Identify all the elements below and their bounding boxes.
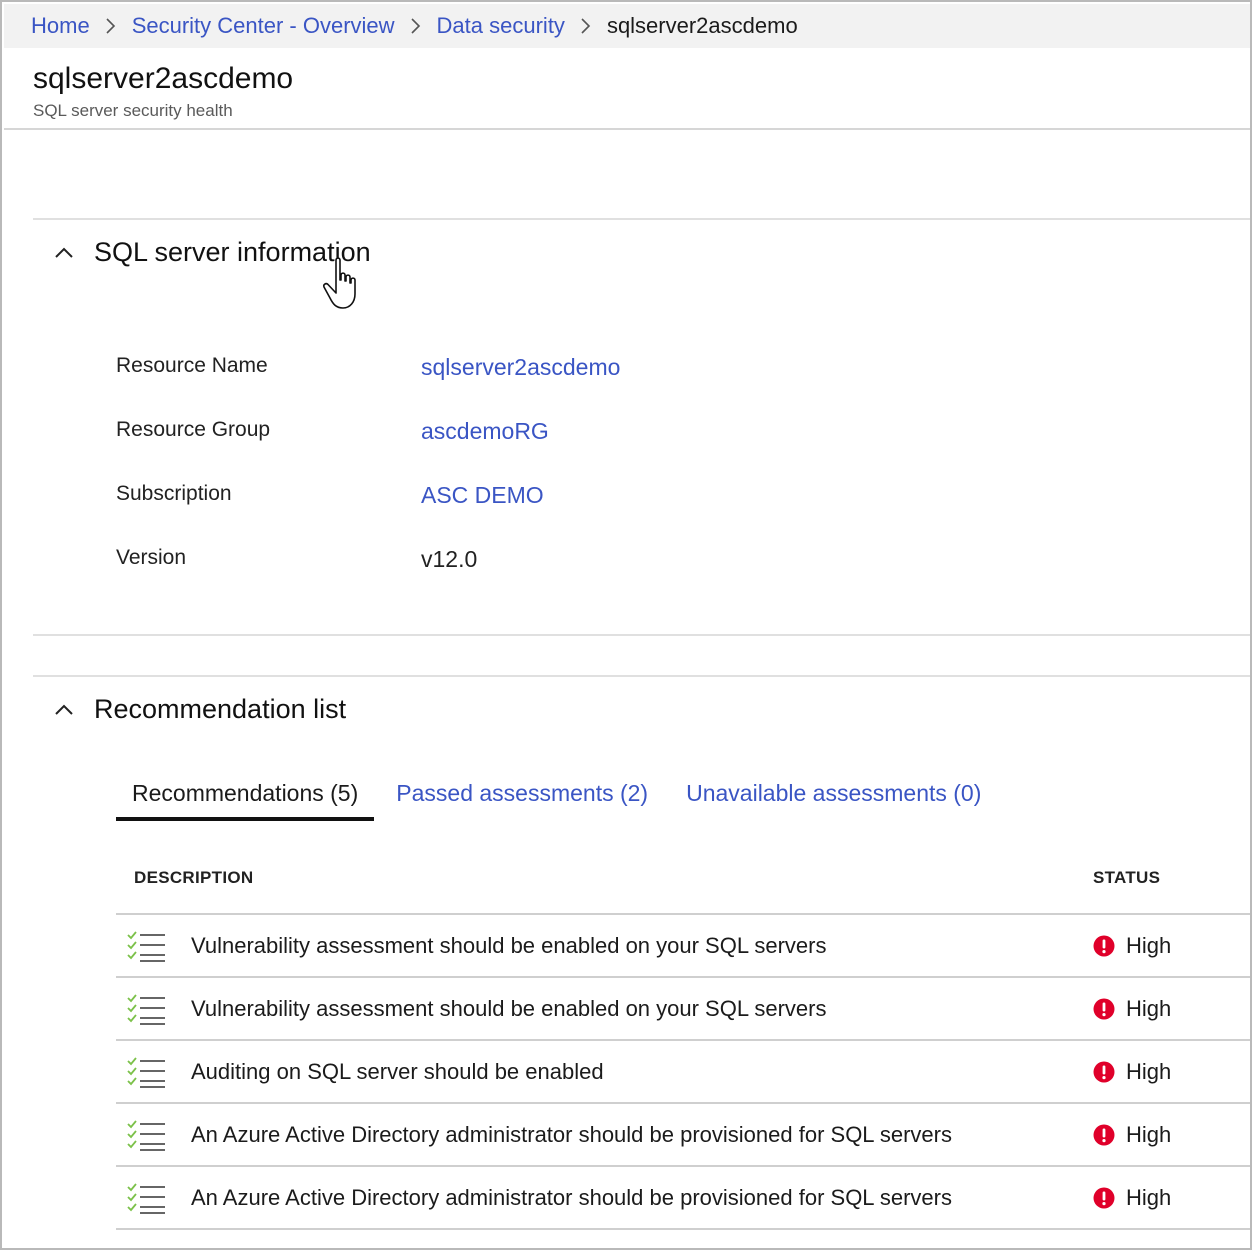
version-label: Version: [116, 546, 187, 569]
table-row[interactable]: An Azure Active Directory administrator …: [116, 1167, 1250, 1230]
hand-cursor-icon: [323, 257, 356, 309]
chevron-right-icon: [580, 17, 592, 35]
section-divider: [33, 675, 1250, 677]
chevron-up-icon: [52, 241, 76, 265]
page-subtitle: SQL server security health: [33, 101, 233, 120]
recommendation-description: Auditing on SQL server should be enabled: [191, 1059, 604, 1084]
recommendations-section-toggle[interactable]: Recommendation list: [52, 694, 346, 725]
breadcrumb-home[interactable]: Home: [31, 13, 90, 39]
table-row[interactable]: Vulnerability assessment should be enabl…: [116, 915, 1250, 978]
checklist-icon: [127, 931, 167, 963]
checklist-icon: [127, 1183, 167, 1215]
high-severity-icon: [1093, 1124, 1115, 1146]
resource-group-link[interactable]: ascdemoRG: [421, 418, 549, 445]
status-badge: High: [1093, 933, 1171, 959]
chevron-right-icon: [410, 17, 422, 35]
recommendation-description: An Azure Active Directory administrator …: [191, 1185, 952, 1210]
status-badge: High: [1093, 996, 1171, 1022]
breadcrumb: Home Security Center - Overview Data sec…: [4, 4, 1250, 48]
recommendation-tabs: Recommendations (5) Passed assessments (…: [116, 769, 997, 821]
checklist-icon: [127, 1120, 167, 1152]
recommendation-description: An Azure Active Directory administrator …: [191, 1122, 952, 1147]
column-header-description[interactable]: DESCRIPTION: [134, 868, 253, 888]
recommendation-description: Vulnerability assessment should be enabl…: [191, 933, 827, 958]
subscription-link[interactable]: ASC DEMO: [421, 482, 544, 509]
high-severity-icon: [1093, 998, 1115, 1020]
breadcrumb-current: sqlserver2ascdemo: [606, 13, 798, 38]
status-text: High: [1126, 933, 1172, 958]
tab-recommendations[interactable]: Recommendations (5): [116, 769, 375, 821]
status-badge: High: [1093, 1059, 1171, 1085]
status-badge: High: [1093, 1185, 1171, 1211]
section-divider: [33, 634, 1250, 636]
section-divider: [33, 218, 1250, 220]
chevron-right-icon: [105, 17, 117, 35]
high-severity-icon: [1093, 1187, 1115, 1209]
resource-name-link[interactable]: sqlserver2ascdemo: [421, 354, 620, 381]
resource-name-label: Resource Name: [116, 354, 268, 377]
high-severity-icon: [1093, 935, 1115, 957]
checklist-icon: [127, 994, 167, 1026]
blade-header: sqlserver2ascdemo SQL server security he…: [4, 48, 1250, 130]
table-row[interactable]: An Azure Active Directory administrator …: [116, 1104, 1250, 1167]
breadcrumb-data-security[interactable]: Data security: [437, 13, 565, 39]
breadcrumb-security-center[interactable]: Security Center - Overview: [132, 13, 395, 39]
resource-group-label: Resource Group: [116, 418, 271, 441]
chevron-up-icon: [52, 698, 76, 722]
table-row[interactable]: Vulnerability assessment should be enabl…: [116, 978, 1250, 1041]
page-title: sqlserver2ascdemo: [33, 62, 294, 95]
table-header: DESCRIPTION STATUS: [116, 852, 1250, 915]
column-header-status[interactable]: STATUS: [1093, 868, 1160, 888]
tab-passed-assessments[interactable]: Passed assessments (2): [380, 769, 664, 821]
recommendations-table: DESCRIPTION STATUS Vulnerability assessm…: [116, 852, 1250, 1230]
checklist-icon: [127, 1057, 167, 1089]
status-text: High: [1126, 1185, 1172, 1210]
version-value: v12.0: [421, 546, 478, 572]
table-row[interactable]: Auditing on SQL server should be enabled…: [116, 1041, 1250, 1104]
status-text: High: [1126, 1059, 1172, 1084]
high-severity-icon: [1093, 1061, 1115, 1083]
blade: Home Security Center - Overview Data sec…: [4, 4, 1250, 1250]
status-badge: High: [1093, 1122, 1171, 1148]
window-frame: Home Security Center - Overview Data sec…: [0, 0, 1252, 1250]
tab-unavailable-assessments[interactable]: Unavailable assessments (0): [670, 769, 997, 821]
recommendation-description: Vulnerability assessment should be enabl…: [191, 996, 827, 1021]
status-text: High: [1126, 996, 1172, 1021]
subscription-label: Subscription: [116, 482, 232, 505]
status-text: High: [1126, 1122, 1172, 1147]
recommendations-title: Recommendation list: [94, 694, 347, 724]
